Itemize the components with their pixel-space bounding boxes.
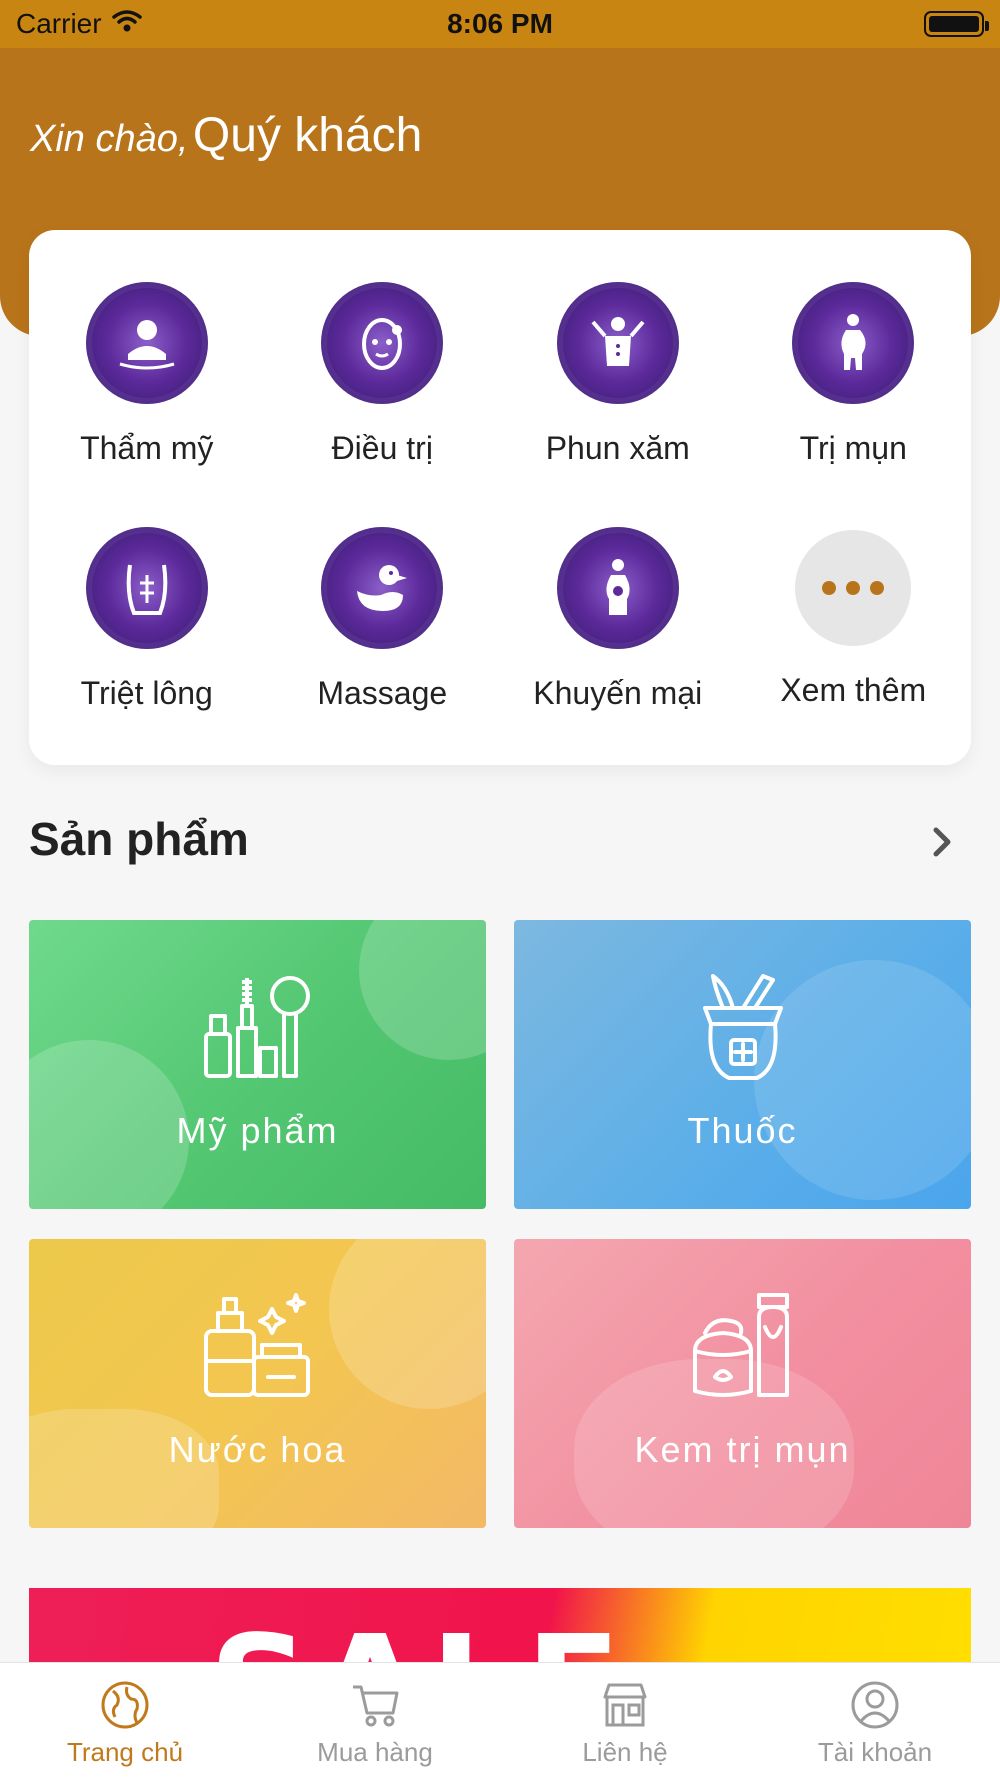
tile-label: Mỹ phẩm — [176, 1109, 339, 1151]
body-tattoo-icon — [556, 282, 679, 404]
category-xem-them[interactable]: Xem thêm — [736, 475, 972, 720]
product-tile-nuoc-hoa[interactable]: Nước hoa — [29, 1239, 486, 1528]
greeting-prefix: Xin chào, — [30, 118, 189, 160]
status-bar: Carrier 8:06 PM — [0, 0, 1000, 48]
category-label: Massage — [317, 675, 448, 711]
user-icon — [851, 1681, 899, 1729]
category-khuyen-mai[interactable]: Khuyến mại — [500, 475, 736, 720]
category-triet-long[interactable]: Triệt lông — [29, 475, 265, 720]
product-tile-my-pham[interactable]: Mỹ phẩm — [29, 920, 486, 1209]
category-label: Phun xăm — [545, 430, 690, 466]
tab-label: Liên hệ — [582, 1737, 668, 1767]
products-title: Sản phẩm — [29, 813, 249, 865]
category-grid: Thẩm mỹ Điều trị Phun xăm Trị mụn Triệt — [29, 230, 971, 765]
duck-icon — [321, 527, 444, 649]
banner-text: SALE — [209, 1606, 627, 1668]
face-mask-icon — [321, 282, 444, 404]
tab-contact[interactable]: Liên hệ — [500, 1663, 750, 1778]
category-label: Xem thêm — [780, 672, 927, 708]
status-time: 8:06 PM — [447, 8, 553, 39]
battery-icon — [924, 11, 989, 37]
tab-shop[interactable]: Mua hàng — [250, 1663, 500, 1778]
tab-account[interactable]: Tài khoản — [750, 1663, 1000, 1778]
category-label: Khuyến mại — [533, 675, 703, 711]
greeting: Xin chào, Quý khách — [30, 108, 422, 163]
category-tri-mun[interactable]: Trị mụn — [736, 230, 972, 475]
category-massage[interactable]: Massage — [265, 475, 501, 720]
category-dieu-tri[interactable]: Điều trị — [265, 230, 501, 475]
category-card: Thẩm mỹ Điều trị Phun xăm Trị mụn Triệt — [29, 230, 971, 765]
category-label: Triệt lông — [80, 675, 213, 711]
tab-label: Tài khoản — [817, 1737, 933, 1767]
tab-home[interactable]: Trang chủ — [0, 1663, 250, 1778]
tab-label: Mua hàng — [317, 1737, 433, 1767]
more-icon — [795, 530, 912, 646]
woman-promo-icon — [556, 527, 679, 649]
tab-bar: Trang chủ Mua hàng Liên hệ Tài khoản — [0, 1662, 1000, 1778]
category-tham-my[interactable]: Thẩm mỹ — [29, 230, 265, 475]
promo-banner[interactable]: SALE — [29, 1588, 971, 1668]
category-label: Trị mụn — [799, 430, 907, 466]
product-tile-thuoc[interactable]: Thuốc — [514, 920, 971, 1209]
category-label: Thẩm mỹ — [80, 430, 214, 466]
chevron-right-icon[interactable] — [922, 822, 962, 862]
tab-label: Trang chủ — [66, 1737, 184, 1767]
store-icon — [603, 1683, 647, 1727]
cart-icon — [353, 1685, 399, 1727]
cosmetics-icon — [203, 975, 310, 1078]
perfume-icon — [203, 1292, 310, 1397]
product-tile-kem-tri-mun[interactable]: Kem trị mụn — [514, 1239, 971, 1528]
body-hair-removal-icon — [85, 527, 208, 649]
category-phun-xam[interactable]: Phun xăm — [500, 230, 736, 475]
globe-icon — [101, 1681, 149, 1729]
category-label: Điều trị — [331, 430, 433, 466]
spa-face-icon — [85, 282, 208, 404]
pregnant-woman-icon — [792, 282, 915, 404]
greeting-name: Quý khách — [192, 109, 423, 162]
